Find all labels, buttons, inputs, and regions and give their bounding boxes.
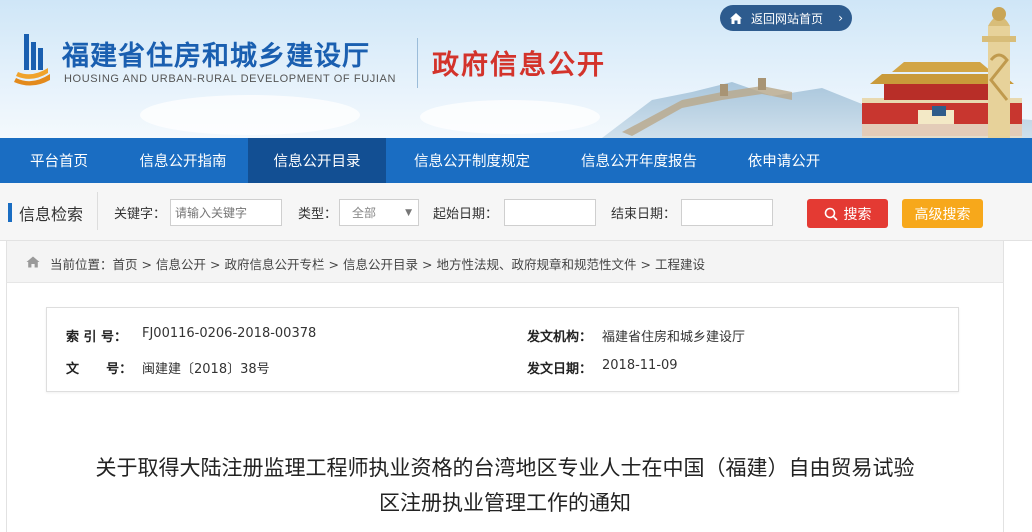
issuer-label: 发文机构：	[527, 330, 593, 345]
advanced-search-label: 高级搜索	[914, 206, 971, 223]
search-accent-bar	[8, 203, 12, 222]
breadcrumb-prefix: 当前位置：	[50, 257, 113, 272]
issuer-value: 福建省住房和城乡建设厅	[602, 330, 746, 345]
home-icon	[730, 12, 742, 24]
chevron-right-icon: ›	[838, 11, 843, 25]
breadcrumb-item[interactable]: 工程建设	[655, 257, 705, 272]
department-logo-icon	[14, 34, 50, 86]
search-button[interactable]: 搜索	[807, 199, 888, 228]
start-date-input[interactable]	[504, 199, 596, 226]
breadcrumb-item[interactable]: 地方性法规、政府规章和规范性文件	[437, 257, 637, 272]
cloud-decoration	[140, 95, 360, 135]
doc-number-label: 文 号：	[66, 362, 133, 377]
nav-label: 依申请公开	[747, 154, 821, 170]
breadcrumb: 当前位置：首页 > 信息公开 > 政府信息公开专栏 > 信息公开目录 > 地方性法规、政府规章和…	[50, 254, 705, 273]
search-divider	[97, 192, 98, 230]
nav-item-home[interactable]: 平台首页	[0, 138, 118, 183]
nav-label: 信息公开目录	[273, 154, 361, 170]
type-select-value: 全部	[352, 206, 377, 220]
type-select[interactable]: 全部 ▼	[339, 199, 419, 226]
nav-label: 信息公开指南	[139, 154, 227, 170]
nav-item-guide[interactable]: 信息公开指南	[118, 138, 248, 183]
back-home-label: 返回网站首页	[751, 11, 824, 26]
department-title: 福建省住房和城乡建设厅	[62, 41, 370, 72]
nav-label: 信息公开制度规定	[414, 154, 530, 170]
breadcrumb-separator: >	[328, 257, 340, 272]
caret-down-icon: ▼	[405, 208, 412, 218]
home-icon	[26, 256, 40, 268]
back-to-home-button[interactable]: 返回网站首页 ›	[720, 5, 852, 31]
index-number-value: FJ00116-0206-2018-00378	[142, 326, 317, 341]
end-date-input[interactable]	[681, 199, 773, 226]
nav-item-annual-report[interactable]: 信息公开年度报告	[558, 138, 720, 183]
issue-date-value: 2018-11-09	[602, 358, 678, 373]
document-meta-box	[46, 307, 959, 392]
index-number-label: 索 引 号：	[66, 330, 128, 345]
search-section-title: 信息检索	[19, 205, 84, 224]
issue-date-label: 发文日期：	[527, 362, 593, 377]
breadcrumb-separator: >	[640, 257, 652, 272]
breadcrumb-separator: >	[141, 257, 153, 272]
nav-item-regulations[interactable]: 信息公开制度规定	[386, 138, 558, 183]
breadcrumb-separator: >	[422, 257, 433, 272]
breadcrumb-item[interactable]: 政府信息公开专栏	[225, 257, 325, 272]
header-banner: 福建省住房和城乡建设厅 HOUSING AND URBAN-RURAL DEVE…	[0, 0, 1032, 138]
search-icon	[824, 207, 838, 221]
keyword-label: 关键字：	[114, 207, 167, 222]
document-title-line-1: 关于取得大陆注册监理工程师执业资格的台湾地区专业人士在中国（福建）自由贸易试验	[95, 456, 915, 480]
doc-number-value: 闽建建〔2018〕38号	[142, 362, 270, 377]
breadcrumb-item[interactable]: 信息公开目录	[343, 257, 418, 272]
department-title-en: HOUSING AND URBAN-RURAL DEVELOPMENT OF F…	[64, 73, 396, 85]
document-title-line-2: 区注册执业管理工作的通知	[379, 491, 631, 515]
type-label: 类型：	[298, 207, 338, 222]
keyword-input[interactable]	[170, 199, 282, 226]
nav-item-catalog[interactable]: 信息公开目录	[248, 138, 386, 183]
breadcrumb-item[interactable]: 首页	[113, 257, 138, 272]
end-date-label: 结束日期：	[611, 207, 677, 222]
start-date-label: 起始日期：	[433, 207, 499, 222]
nav-label: 信息公开年度报告	[581, 154, 697, 170]
advanced-search-button[interactable]: 高级搜索	[902, 199, 983, 228]
main-nav: 平台首页 信息公开指南 信息公开目录 信息公开制度规定 信息公开年度报告 依申请…	[0, 138, 1032, 183]
breadcrumb-item[interactable]: 信息公开	[156, 257, 206, 272]
nav-item-apply[interactable]: 依申请公开	[720, 138, 848, 183]
nav-label: 平台首页	[30, 154, 88, 170]
search-button-label: 搜索	[843, 206, 872, 223]
breadcrumb-separator: >	[210, 257, 221, 272]
header-divider	[417, 38, 418, 88]
